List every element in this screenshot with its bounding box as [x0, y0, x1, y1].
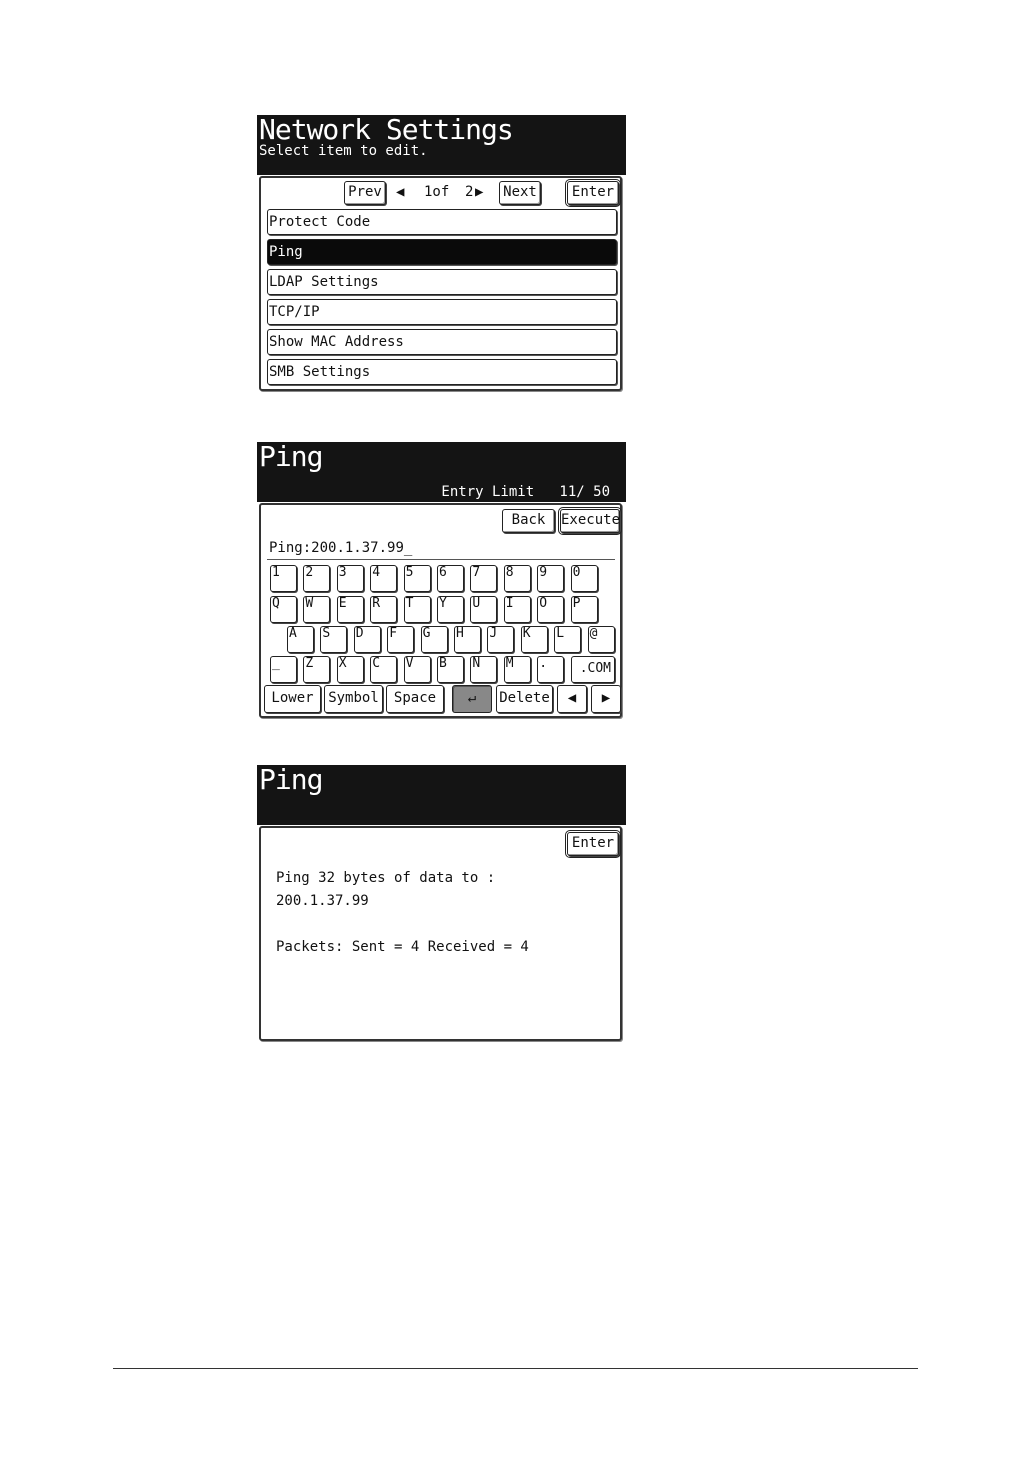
screen-header: Ping Entry Limit 11/ 50 [257, 442, 626, 502]
key-r3-8[interactable]: L [554, 626, 582, 653]
key-r3-2[interactable]: D [353, 626, 381, 653]
menu-panel: Prev ◀ 1of 2 ▶ Next Enter Protect Code P… [259, 176, 622, 391]
lower-key[interactable]: Lower [264, 685, 321, 713]
key-r2-9[interactable]: P [570, 596, 598, 623]
key-r3-9[interactable]: @ [587, 626, 615, 653]
ping-result-screen: Ping Enter Ping 32 bytes of data to : 20… [257, 765, 626, 1043]
key-r3-0[interactable]: A [287, 626, 314, 653]
key-r2-4[interactable]: T [403, 596, 431, 623]
screen-subtitle: Select item to edit. [259, 143, 428, 159]
ping-address-input[interactable]: Ping:200.1.37.99_ [269, 540, 412, 556]
key-r2-5[interactable]: Y [437, 596, 464, 623]
enter-button[interactable]: Enter [565, 830, 621, 858]
screen-title: Ping [259, 763, 323, 796]
space-key[interactable]: Space [386, 685, 444, 713]
key-r2-7[interactable]: I [503, 596, 531, 623]
key-r2-6[interactable]: U [470, 596, 498, 623]
key-r4-3[interactable]: C [370, 656, 398, 683]
key-r3-3[interactable]: F [387, 626, 415, 653]
result-line-3: Packets: Sent = 4 Received = 4 [276, 939, 529, 955]
key-r2-3[interactable]: R [370, 596, 398, 623]
entry-limit-label: Entry Limit [441, 484, 535, 500]
page-right-icon: ▶ [475, 184, 484, 200]
key-r2-8[interactable]: O [537, 596, 565, 623]
key-r2-1[interactable]: W [303, 596, 331, 623]
key-r1-6[interactable]: 7 [470, 565, 498, 592]
key-r1-0[interactable]: 1 [270, 565, 297, 592]
key-r4-0[interactable]: _ [270, 656, 297, 683]
key-r1-9[interactable]: 0 [570, 565, 598, 592]
ping-entry-screen: Ping Entry Limit 11/ 50 Back Execute Pin… [257, 442, 626, 720]
key-r3-7[interactable]: K [520, 626, 548, 653]
symbol-key[interactable]: Symbol [324, 685, 383, 713]
keyboard-panel: Back Execute Ping:200.1.37.99_ 123456789… [259, 503, 622, 718]
entry-limit-value: 11/ 50 [559, 484, 610, 500]
page-current: 1of [424, 184, 450, 200]
cursor-left-key[interactable]: ◀ [557, 685, 587, 713]
menu-item-ping[interactable]: Ping [267, 239, 617, 265]
menu-item-smb-settings[interactable]: SMB Settings [267, 359, 617, 385]
key-r1-5[interactable]: 6 [437, 565, 464, 592]
enter-key[interactable]: ↵ [452, 685, 492, 713]
key-r4-2[interactable]: X [336, 656, 364, 683]
cursor-right-key[interactable]: ▶ [591, 685, 621, 713]
page-total: 2 [465, 184, 474, 200]
page-footer-rule [113, 1368, 918, 1369]
key-r3-1[interactable]: S [320, 626, 348, 653]
back-button[interactable]: Back [502, 509, 555, 533]
key-r1-7[interactable]: 8 [503, 565, 531, 592]
key-dotcom[interactable]: .COM [571, 656, 615, 683]
key-r3-5[interactable]: H [454, 626, 481, 653]
input-value: 200.1.37.99 [311, 540, 404, 556]
screen-title: Ping [259, 440, 323, 473]
key-r2-2[interactable]: E [336, 596, 364, 623]
key-r3-4[interactable]: G [420, 626, 448, 653]
key-r1-1[interactable]: 2 [303, 565, 331, 592]
key-r1-3[interactable]: 4 [370, 565, 398, 592]
network-settings-screen: Network Settings Select item to edit. Pr… [257, 115, 626, 393]
input-underline [267, 559, 615, 560]
screen-header: Ping [257, 765, 626, 825]
delete-key[interactable]: Delete [496, 685, 553, 713]
execute-button[interactable]: Execute [558, 507, 622, 535]
result-line-1: Ping 32 bytes of data to : [276, 870, 496, 886]
key-r4-8[interactable]: . [537, 656, 565, 683]
screen-header: Network Settings Select item to edit. [257, 115, 626, 175]
key-r4-5[interactable]: B [437, 656, 464, 683]
next-button[interactable]: Next [499, 181, 541, 205]
key-r4-1[interactable]: Z [303, 656, 331, 683]
text-cursor: _ [403, 540, 413, 556]
entry-limit: Entry Limit 11/ 50 [441, 484, 610, 500]
result-panel: Enter Ping 32 bytes of data to : 200.1.3… [259, 826, 622, 1041]
key-r1-8[interactable]: 9 [537, 565, 565, 592]
screen-title: Network Settings [259, 113, 514, 146]
menu-item-show-mac-address[interactable]: Show MAC Address [267, 329, 617, 355]
key-r3-6[interactable]: J [487, 626, 515, 653]
enter-button[interactable]: Enter [565, 179, 621, 207]
result-line-2: 200.1.37.99 [276, 893, 369, 909]
key-r4-6[interactable]: N [470, 656, 498, 683]
key-r4-4[interactable]: V [403, 656, 431, 683]
prev-button[interactable]: Prev [344, 181, 386, 205]
menu-item-ldap-settings[interactable]: LDAP Settings [267, 269, 617, 295]
input-label: Ping: [269, 540, 312, 556]
key-r2-0[interactable]: Q [270, 596, 297, 623]
page-left-icon: ◀ [396, 184, 405, 200]
key-r1-4[interactable]: 5 [403, 565, 431, 592]
menu-item-protect-code[interactable]: Protect Code [267, 209, 617, 235]
key-r4-7[interactable]: M [503, 656, 531, 683]
menu-item-tcp-ip[interactable]: TCP/IP [267, 299, 617, 325]
key-r1-2[interactable]: 3 [336, 565, 364, 592]
